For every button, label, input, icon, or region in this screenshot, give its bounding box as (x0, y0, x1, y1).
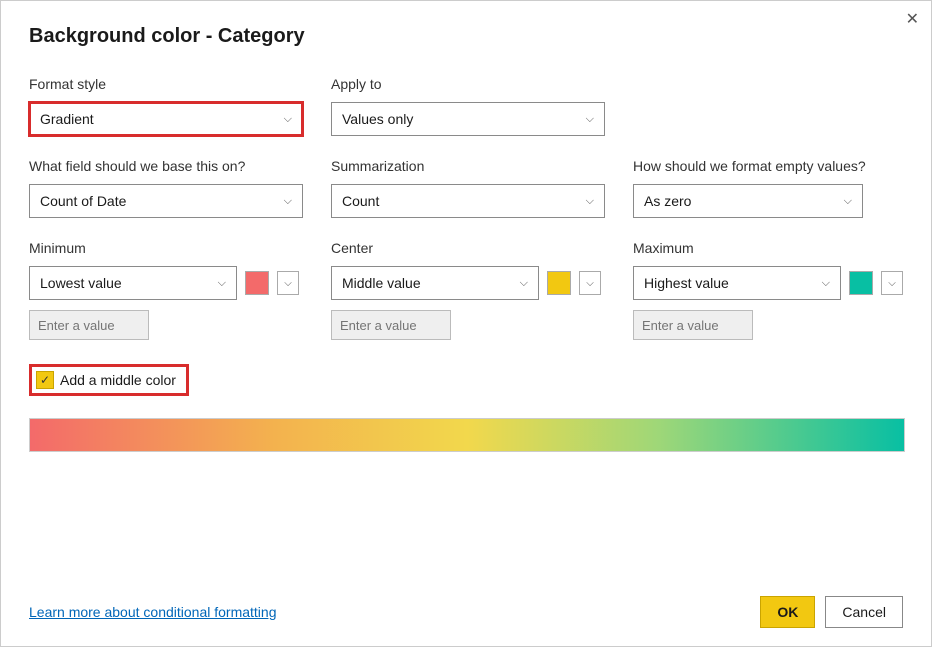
apply-to-label: Apply to (331, 76, 605, 92)
chevron-down-icon: ⌵ (586, 195, 594, 208)
summarization-label: Summarization (331, 158, 605, 174)
minimum-input[interactable] (29, 310, 149, 340)
minimum-color-swatch[interactable] (245, 271, 269, 295)
format-style-value: Gradient (40, 111, 94, 127)
ok-button[interactable]: OK (760, 596, 815, 628)
center-input[interactable] (331, 310, 451, 340)
summarization-dropdown[interactable]: Count ⌵ (331, 184, 605, 218)
format-style-label: Format style (29, 76, 303, 92)
minimum-value: Lowest value (40, 275, 122, 291)
chevron-down-icon: ⌵ (822, 277, 830, 290)
maximum-color-swatch[interactable] (849, 271, 873, 295)
chevron-down-icon: ⌵ (520, 277, 528, 290)
close-icon[interactable]: ✕ (906, 9, 919, 29)
empty-values-value: As zero (644, 193, 691, 209)
center-label: Center (331, 240, 605, 256)
empty-values-dropdown[interactable]: As zero ⌵ (633, 184, 863, 218)
minimum-color-chevron[interactable]: ⌵ (277, 271, 299, 295)
learn-more-link[interactable]: Learn more about conditional formatting (29, 604, 276, 620)
chevron-down-icon: ⌵ (284, 113, 292, 126)
basis-field-label: What field should we base this on? (29, 158, 303, 174)
basis-field-value: Count of Date (40, 193, 126, 209)
minimum-dropdown[interactable]: Lowest value ⌵ (29, 266, 237, 300)
empty-values-label: How should we format empty values? (633, 158, 907, 174)
center-color-swatch[interactable] (547, 271, 571, 295)
format-style-dropdown[interactable]: Gradient ⌵ (29, 102, 303, 136)
add-middle-color-checkbox[interactable]: ✓ (36, 371, 54, 389)
apply-to-dropdown[interactable]: Values only ⌵ (331, 102, 605, 136)
center-dropdown[interactable]: Middle value ⌵ (331, 266, 539, 300)
maximum-dropdown[interactable]: Highest value ⌵ (633, 266, 841, 300)
dialog-title: Background color - Category (29, 25, 903, 48)
maximum-value: Highest value (644, 275, 729, 291)
maximum-input[interactable] (633, 310, 753, 340)
chevron-down-icon: ⌵ (218, 277, 226, 290)
center-value: Middle value (342, 275, 421, 291)
minimum-label: Minimum (29, 240, 303, 256)
chevron-down-icon: ⌵ (586, 113, 594, 126)
cancel-button[interactable]: Cancel (825, 596, 903, 628)
add-middle-color-wrap: ✓ Add a middle color (29, 364, 189, 396)
apply-to-value: Values only (342, 111, 413, 127)
summarization-value: Count (342, 193, 379, 209)
chevron-down-icon: ⌵ (844, 195, 852, 208)
chevron-down-icon: ⌵ (284, 195, 292, 208)
center-color-chevron[interactable]: ⌵ (579, 271, 601, 295)
add-middle-color-label: Add a middle color (60, 372, 176, 388)
maximum-color-chevron[interactable]: ⌵ (881, 271, 903, 295)
gradient-preview (29, 418, 905, 452)
basis-field-dropdown[interactable]: Count of Date ⌵ (29, 184, 303, 218)
maximum-label: Maximum (633, 240, 907, 256)
